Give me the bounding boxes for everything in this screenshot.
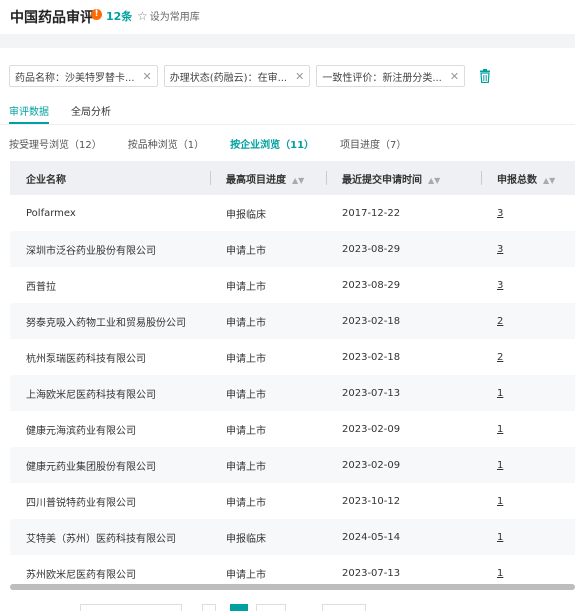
close-icon[interactable]: ✕ bbox=[450, 70, 459, 83]
cell-progress: 申请上市 bbox=[226, 245, 266, 257]
filter-chip-status[interactable]: 办理状态(药融云)：在审... ✕ bbox=[163, 65, 311, 87]
cell-date: 2023-08-29 bbox=[342, 243, 401, 255]
result-count: 12条 bbox=[106, 10, 133, 23]
view-tabs: 按受理号浏览（12） 按品种浏览（1） 按企业浏览（11） 项目进度（7） bbox=[9, 136, 406, 151]
cell-progress: 申报临床 bbox=[226, 209, 266, 221]
tab-by-acceptance-number[interactable]: 按受理号浏览（12） bbox=[9, 136, 102, 151]
cell-company: 杭州泵瑞医药科技有限公司 bbox=[26, 353, 146, 365]
close-icon[interactable]: ✕ bbox=[295, 70, 304, 83]
subnav-global-analysis[interactable]: 全局分析 bbox=[71, 103, 111, 124]
cell-company: 四川普锐特药业有限公司 bbox=[26, 497, 136, 509]
cell-total[interactable]: 1 bbox=[481, 375, 575, 411]
sort-icon[interactable]: ▲▼ bbox=[428, 176, 440, 185]
horizontal-scrollbar[interactable] bbox=[10, 584, 575, 590]
cell-progress: 申请上市 bbox=[226, 425, 266, 437]
column-header-latest-date[interactable]: 最近提交申请时间 ▲▼ bbox=[326, 161, 481, 195]
cell-company: 努泰克吸入药物工业和贸易股份公司 bbox=[26, 317, 186, 329]
table-row[interactable]: 健康元海滨药业有限公司 申请上市 2023-02-09 1 bbox=[10, 411, 575, 447]
cell-date: 2023-02-18 bbox=[342, 315, 401, 327]
cell-progress: 申请上市 bbox=[226, 497, 266, 509]
cell-progress: 申请上市 bbox=[226, 461, 266, 473]
filter-chip-drug-name[interactable]: 药品名称：沙美特罗替卡... ✕ bbox=[9, 65, 158, 87]
cell-date: 2017-12-22 bbox=[342, 207, 401, 219]
cell-progress: 申请上市 bbox=[226, 353, 266, 365]
filter-bar: 药品名称：沙美特罗替卡... ✕ 办理状态(药融云)：在审... ✕ 一致性评价… bbox=[9, 65, 491, 87]
filter-chip-consistency[interactable]: 一致性评价：新注册分类... ✕ bbox=[316, 65, 466, 87]
tab-project-progress[interactable]: 项目进度（7） bbox=[340, 136, 406, 151]
table-row[interactable]: 健康元药业集团股份有限公司 申请上市 2023-02-09 1 bbox=[10, 447, 575, 483]
cell-total[interactable]: 1 bbox=[481, 447, 575, 483]
cell-total[interactable]: 1 bbox=[481, 411, 575, 447]
cell-progress: 申请上市 bbox=[226, 389, 266, 401]
cell-total[interactable]: 2 bbox=[481, 339, 575, 375]
cell-company: 健康元海滨药业有限公司 bbox=[26, 425, 136, 437]
column-header-company: 企业名称 bbox=[26, 174, 66, 186]
divider bbox=[0, 124, 575, 125]
favorite-button[interactable]: ☆ 设为常用库 bbox=[137, 8, 200, 24]
table-row[interactable]: 上海欧米尼医药科技有限公司 申请上市 2023-07-13 1 bbox=[10, 375, 575, 411]
page-title: 中国药品审评 bbox=[10, 10, 94, 26]
section-divider bbox=[0, 34, 575, 48]
table-row[interactable]: 艾特美（苏州）医药科技有限公司 申报临床 2024-05-14 1 bbox=[10, 519, 575, 555]
filter-chip-label: 办理状态(药融云)：在审... bbox=[169, 72, 288, 84]
cell-date: 2023-02-09 bbox=[342, 459, 401, 471]
cell-company: 西普拉 bbox=[26, 281, 56, 293]
cell-company: 艾特美（苏州）医药科技有限公司 bbox=[26, 533, 176, 545]
table-row[interactable]: 西普拉 申请上市 2023-08-29 3 bbox=[10, 267, 575, 303]
cell-progress: 申请上市 bbox=[226, 317, 266, 329]
table-row[interactable]: 努泰克吸入药物工业和贸易股份公司 申请上市 2023-02-18 2 bbox=[10, 303, 575, 339]
info-icon[interactable]: ! bbox=[91, 9, 102, 20]
table-row[interactable]: 四川普锐特药业有限公司 申请上市 2023-10-12 1 bbox=[10, 483, 575, 519]
table-row[interactable]: 深圳市泛谷药业股份有限公司 申请上市 2023-08-29 3 bbox=[10, 231, 575, 267]
cell-company: Polfarmex bbox=[26, 207, 76, 219]
cell-total[interactable]: 3 bbox=[481, 267, 575, 303]
table-row[interactable]: 杭州泵瑞医药科技有限公司 申请上市 2023-02-18 2 bbox=[10, 339, 575, 375]
table-row[interactable]: Polfarmex 申报临床 2017-12-22 3 bbox=[10, 195, 575, 231]
cell-date: 2023-08-29 bbox=[342, 279, 401, 291]
close-icon[interactable]: ✕ bbox=[143, 70, 152, 83]
cell-date: 2024-05-14 bbox=[342, 531, 401, 543]
filter-chip-label: 药品名称：沙美特罗替卡... bbox=[15, 72, 135, 84]
cell-date: 2023-07-13 bbox=[342, 387, 401, 399]
cell-total[interactable]: 2 bbox=[481, 303, 575, 339]
sort-icon[interactable]: ▲▼ bbox=[292, 176, 304, 185]
cell-date: 2023-10-12 bbox=[342, 495, 401, 507]
sort-icon[interactable]: ▲▼ bbox=[543, 176, 555, 185]
trash-icon[interactable] bbox=[479, 69, 491, 83]
cell-company: 健康元药业集团股份有限公司 bbox=[26, 461, 156, 473]
star-icon: ☆ bbox=[137, 8, 148, 23]
tab-by-company[interactable]: 按企业浏览（11） bbox=[230, 136, 314, 151]
cell-date: 2023-02-18 bbox=[342, 351, 401, 363]
cell-company: 上海欧米尼医药科技有限公司 bbox=[26, 389, 156, 401]
subnav-review-data[interactable]: 审评数据 bbox=[9, 103, 49, 124]
sub-navigation: 审评数据 全局分析 bbox=[9, 103, 111, 124]
cell-company: 深圳市泛谷药业股份有限公司 bbox=[26, 245, 156, 257]
cell-total[interactable]: 1 bbox=[481, 483, 575, 519]
cell-total[interactable]: 3 bbox=[481, 231, 575, 267]
column-header-progress[interactable]: 最高项目进度 ▲▼ bbox=[210, 161, 326, 195]
cell-progress: 申报临床 bbox=[226, 533, 266, 545]
cell-progress: 申请上市 bbox=[226, 281, 266, 293]
cell-total[interactable]: 3 bbox=[481, 195, 575, 231]
cell-total[interactable]: 1 bbox=[481, 519, 575, 555]
scrollbar-thumb[interactable] bbox=[10, 584, 575, 590]
page-header: 中国药品审评 ! 12条 ☆ 设为常用库 bbox=[0, 0, 575, 34]
favorite-label: 设为常用库 bbox=[149, 12, 200, 23]
column-header-total[interactable]: 申报总数 ▲▼ bbox=[481, 161, 575, 195]
table-body: Polfarmex 申报临床 2017-12-22 3 深圳市泛谷药业股份有限公司 申请上… bbox=[10, 195, 575, 591]
filter-chip-label: 一致性评价：新注册分类... bbox=[322, 72, 442, 84]
tab-by-variety[interactable]: 按品种浏览（1） bbox=[128, 136, 204, 151]
cell-date: 2023-02-09 bbox=[342, 423, 401, 435]
company-table: 企业名称 最高项目进度 ▲▼ 最近提交申请时间 ▲▼ 申报总数 ▲▼ Polfarme… bbox=[10, 161, 575, 591]
table-header-row: 企业名称 最高项目进度 ▲▼ 最近提交申请时间 ▲▼ 申报总数 ▲▼ bbox=[10, 161, 575, 195]
